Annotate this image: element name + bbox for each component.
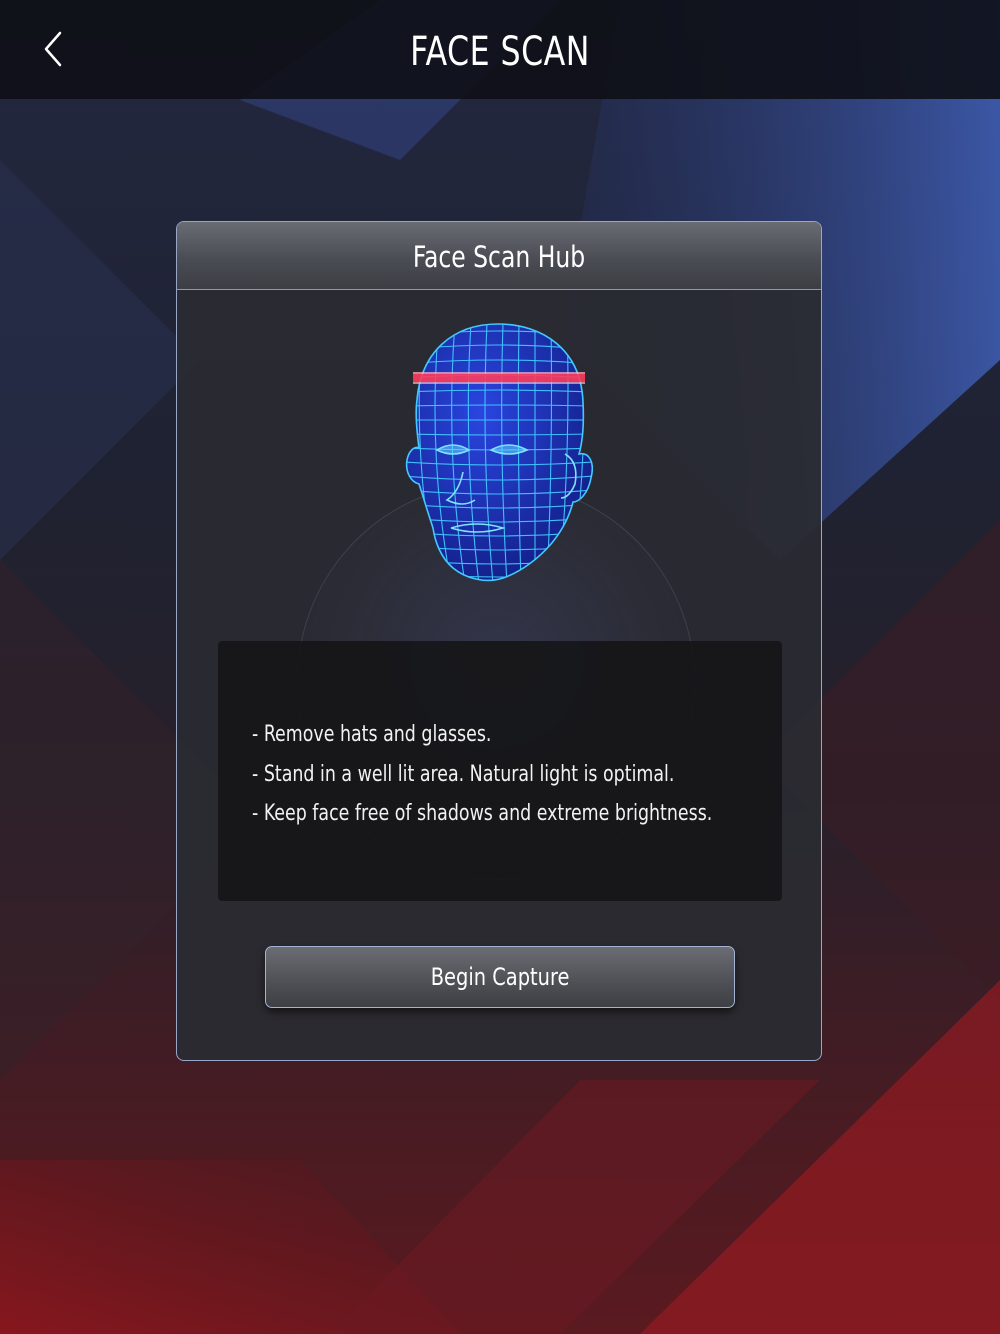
instruction-item: - Keep face free of shadows and extreme … — [252, 801, 713, 826]
instructions-box: - Remove hats and glasses. - Stand in a … — [218, 641, 782, 901]
instruction-item: - Remove hats and glasses. — [252, 722, 492, 747]
screen-title: FACE SCAN — [410, 29, 590, 75]
instructions-list: - Remove hats and glasses. - Stand in a … — [252, 715, 775, 834]
instruction-item: - Stand in a well lit area. Natural ligh… — [252, 761, 675, 787]
begin-capture-button[interactable]: Begin Capture — [265, 946, 735, 1008]
panel-title: Face Scan Hub — [412, 240, 586, 274]
begin-capture-label: Begin Capture — [430, 963, 570, 991]
face-wireframe-icon — [405, 323, 593, 582]
face-scan-hub-panel: Face Scan Hub - Remove hats and glasses.… — [176, 221, 822, 1061]
